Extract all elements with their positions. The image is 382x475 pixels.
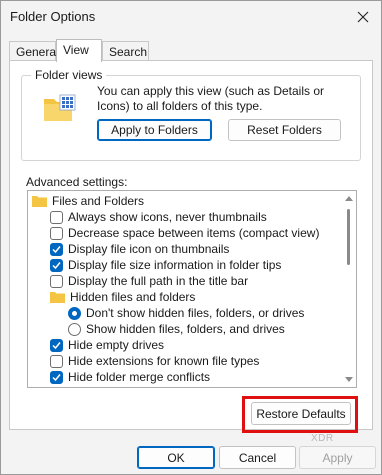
window-title: Folder Options bbox=[10, 9, 96, 24]
option-label: Display file icon on thumbnails bbox=[68, 242, 230, 256]
option-label: Don't show hidden files, folders, or dri… bbox=[86, 306, 305, 320]
reset-folders-button[interactable]: Reset Folders bbox=[228, 119, 341, 141]
option-label: Hide empty drives bbox=[68, 338, 165, 352]
scroll-up-arrow-icon[interactable] bbox=[345, 196, 353, 201]
scroll-down-arrow-icon[interactable] bbox=[345, 377, 353, 382]
apply-to-folders-button[interactable]: Apply to Folders bbox=[97, 119, 212, 141]
option-display-file-icon[interactable]: Display file icon on thumbnails bbox=[50, 241, 229, 257]
option-label: Display the full path in the title bar bbox=[68, 274, 249, 288]
checkbox-checked[interactable] bbox=[50, 242, 63, 256]
option-hide-empty-drives[interactable]: Hide empty drives bbox=[50, 337, 164, 353]
reset-folders-label: Reset Folders bbox=[247, 123, 322, 137]
checkmark-icon bbox=[52, 373, 61, 381]
tab-strip: General View Search bbox=[9, 39, 379, 62]
apply-label: Apply bbox=[322, 450, 353, 465]
tree-scrollbar[interactable] bbox=[342, 191, 356, 387]
option-decrease-space[interactable]: Decrease space between items (compact vi… bbox=[50, 225, 319, 241]
advanced-settings-label: Advanced settings: bbox=[26, 175, 128, 189]
folder-view-icon bbox=[44, 94, 76, 121]
option-display-file-size[interactable]: Display file size information in folder … bbox=[50, 257, 281, 273]
option-label: Always show icons, never thumbnails bbox=[68, 210, 267, 224]
watermark-logo: XDR bbox=[311, 433, 334, 444]
folder-options-window: Folder Options General View Search Folde… bbox=[0, 0, 382, 475]
restore-defaults-button[interactable]: Restore Defaults bbox=[251, 402, 351, 425]
close-button[interactable] bbox=[347, 3, 379, 31]
tab-search-label: Search bbox=[109, 45, 148, 59]
option-label: Decrease space between items (compact vi… bbox=[68, 226, 320, 240]
folder-icon bbox=[50, 292, 65, 303]
checkbox[interactable] bbox=[50, 210, 63, 224]
tab-view-label: View bbox=[63, 43, 89, 57]
restore-defaults-label: Restore Defaults bbox=[256, 406, 346, 421]
tree-folder-label: Hidden files and folders bbox=[70, 290, 196, 304]
option-label: Display file size information in folder … bbox=[68, 258, 282, 272]
checkmark-icon bbox=[52, 261, 61, 269]
folder-views-title: Folder views bbox=[31, 68, 107, 82]
scroll-thumb[interactable] bbox=[347, 209, 350, 265]
option-label: Hide extensions for known file types bbox=[68, 354, 260, 368]
cancel-label: Cancel bbox=[238, 450, 277, 465]
option-hide-merge-conflicts[interactable]: Hide folder merge conflicts bbox=[50, 369, 210, 385]
checkbox[interactable] bbox=[50, 354, 63, 368]
advanced-settings-tree[interactable]: Files and Folders Always show icons, nev… bbox=[27, 190, 357, 388]
folder-views-description: You can apply this view (such as Details… bbox=[97, 84, 325, 113]
tab-search[interactable]: Search bbox=[102, 41, 149, 61]
checkbox-checked[interactable] bbox=[50, 338, 63, 352]
checkbox-checked[interactable] bbox=[50, 258, 63, 272]
apply-to-folders-label: Apply to Folders bbox=[111, 123, 198, 137]
radio[interactable] bbox=[68, 322, 81, 336]
option-label: Hide folder merge conflicts bbox=[68, 370, 211, 384]
option-always-show-icons[interactable]: Always show icons, never thumbnails bbox=[50, 209, 267, 225]
tab-view[interactable]: View bbox=[56, 39, 102, 62]
tree-folder-hidden-files: Hidden files and folders bbox=[50, 289, 195, 305]
tab-general[interactable]: General bbox=[9, 41, 59, 61]
tree-folder-files-and-folders: Files and Folders bbox=[32, 193, 144, 209]
radio-selected[interactable] bbox=[68, 306, 81, 320]
checkmark-icon bbox=[52, 245, 61, 253]
ok-label: OK bbox=[167, 450, 185, 465]
apply-button[interactable]: Apply bbox=[299, 446, 376, 469]
close-icon bbox=[357, 11, 369, 23]
tab-general-label: General bbox=[16, 45, 59, 59]
option-show-hidden[interactable]: Show hidden files, folders, and drives bbox=[68, 321, 285, 337]
option-dont-show-hidden[interactable]: Don't show hidden files, folders, or dri… bbox=[68, 305, 304, 321]
option-hide-extensions[interactable]: Hide extensions for known file types bbox=[50, 353, 259, 369]
tree-folder-label: Files and Folders bbox=[52, 194, 145, 208]
checkbox[interactable] bbox=[50, 274, 63, 288]
cancel-button[interactable]: Cancel bbox=[219, 446, 296, 469]
option-label: Show hidden files, folders, and drives bbox=[86, 322, 285, 336]
checkbox-checked[interactable] bbox=[50, 370, 63, 384]
checkbox[interactable] bbox=[50, 226, 63, 240]
folder-icon bbox=[32, 196, 47, 207]
ok-button[interactable]: OK bbox=[137, 446, 215, 469]
checkmark-icon bbox=[52, 341, 61, 349]
option-display-full-path[interactable]: Display the full path in the title bar bbox=[50, 273, 248, 289]
title-bar: Folder Options bbox=[1, 1, 381, 35]
